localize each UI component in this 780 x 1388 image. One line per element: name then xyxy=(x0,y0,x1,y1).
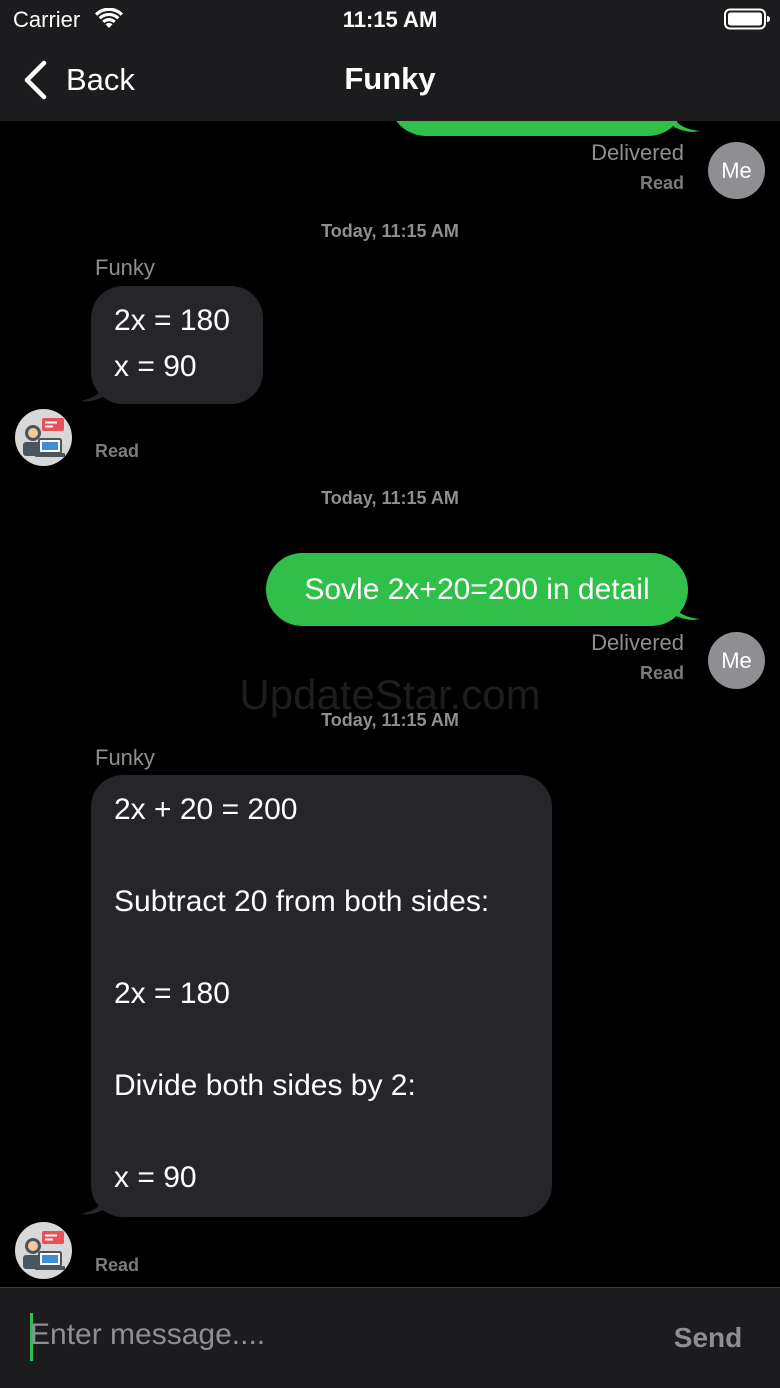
message-line: x = 90 xyxy=(114,350,197,383)
bubble-tail xyxy=(673,121,700,132)
status-bar: Carrier 11:15 AM xyxy=(0,0,780,40)
message-line: 2x + 20 = 200 xyxy=(114,793,298,826)
incoming-bubble[interactable]: 2x + 20 = 200 Subtract 20 from both side… xyxy=(91,775,552,1217)
bubble-tail xyxy=(80,381,106,402)
message-timestamp: Today, 11:15 AM xyxy=(321,488,459,508)
sender-name: Funky xyxy=(95,255,155,280)
read-status: Read xyxy=(95,1255,140,1275)
message-line: 2x = 180 xyxy=(114,304,230,337)
message-line: Divide both sides by 2: xyxy=(114,1069,416,1102)
delivered-status: Delivered xyxy=(591,630,684,655)
read-status: Read xyxy=(639,173,684,193)
avatar-me[interactable]: Me xyxy=(708,632,765,689)
delivered-status: Delivered xyxy=(591,140,684,165)
read-status: Read xyxy=(95,441,140,461)
battery-icon xyxy=(724,8,770,30)
message-timestamp: Today, 11:15 AM xyxy=(321,221,459,241)
outgoing-bubble[interactable]: Sovle 2x+20=200 in detail xyxy=(266,553,688,626)
send-button[interactable]: Send xyxy=(660,1322,756,1354)
message-timestamp: Today, 11:15 AM xyxy=(321,710,459,730)
avatar-me[interactable]: Me xyxy=(708,142,765,199)
message-input[interactable] xyxy=(30,1310,630,1360)
status-time: 11:15 AM xyxy=(342,7,438,32)
bubble-tail xyxy=(80,1194,106,1215)
outgoing-bubble[interactable] xyxy=(389,121,685,136)
sender-name: Funky xyxy=(95,745,155,770)
message-line: x = 90 xyxy=(114,1161,197,1194)
incoming-bubble[interactable]: 2x = 180 x = 90 xyxy=(91,286,263,404)
message-list[interactable]: Delivered Read Me Today, 11:15 AM Funky … xyxy=(0,121,780,1287)
robot-avatar-icon[interactable] xyxy=(15,1222,72,1279)
message-text: Sovle 2x+20=200 in detail xyxy=(304,573,650,606)
message-line: 2x = 180 xyxy=(114,977,230,1010)
bubble-tail xyxy=(672,603,700,620)
message-line: Subtract 20 from both sides: xyxy=(114,885,490,918)
robot-avatar-icon[interactable] xyxy=(15,409,72,466)
read-status: Read xyxy=(639,663,684,683)
navigation-bar: Back Funky xyxy=(0,40,780,121)
conversation-title: Funky xyxy=(344,61,436,96)
message-composer: Send xyxy=(0,1287,780,1388)
